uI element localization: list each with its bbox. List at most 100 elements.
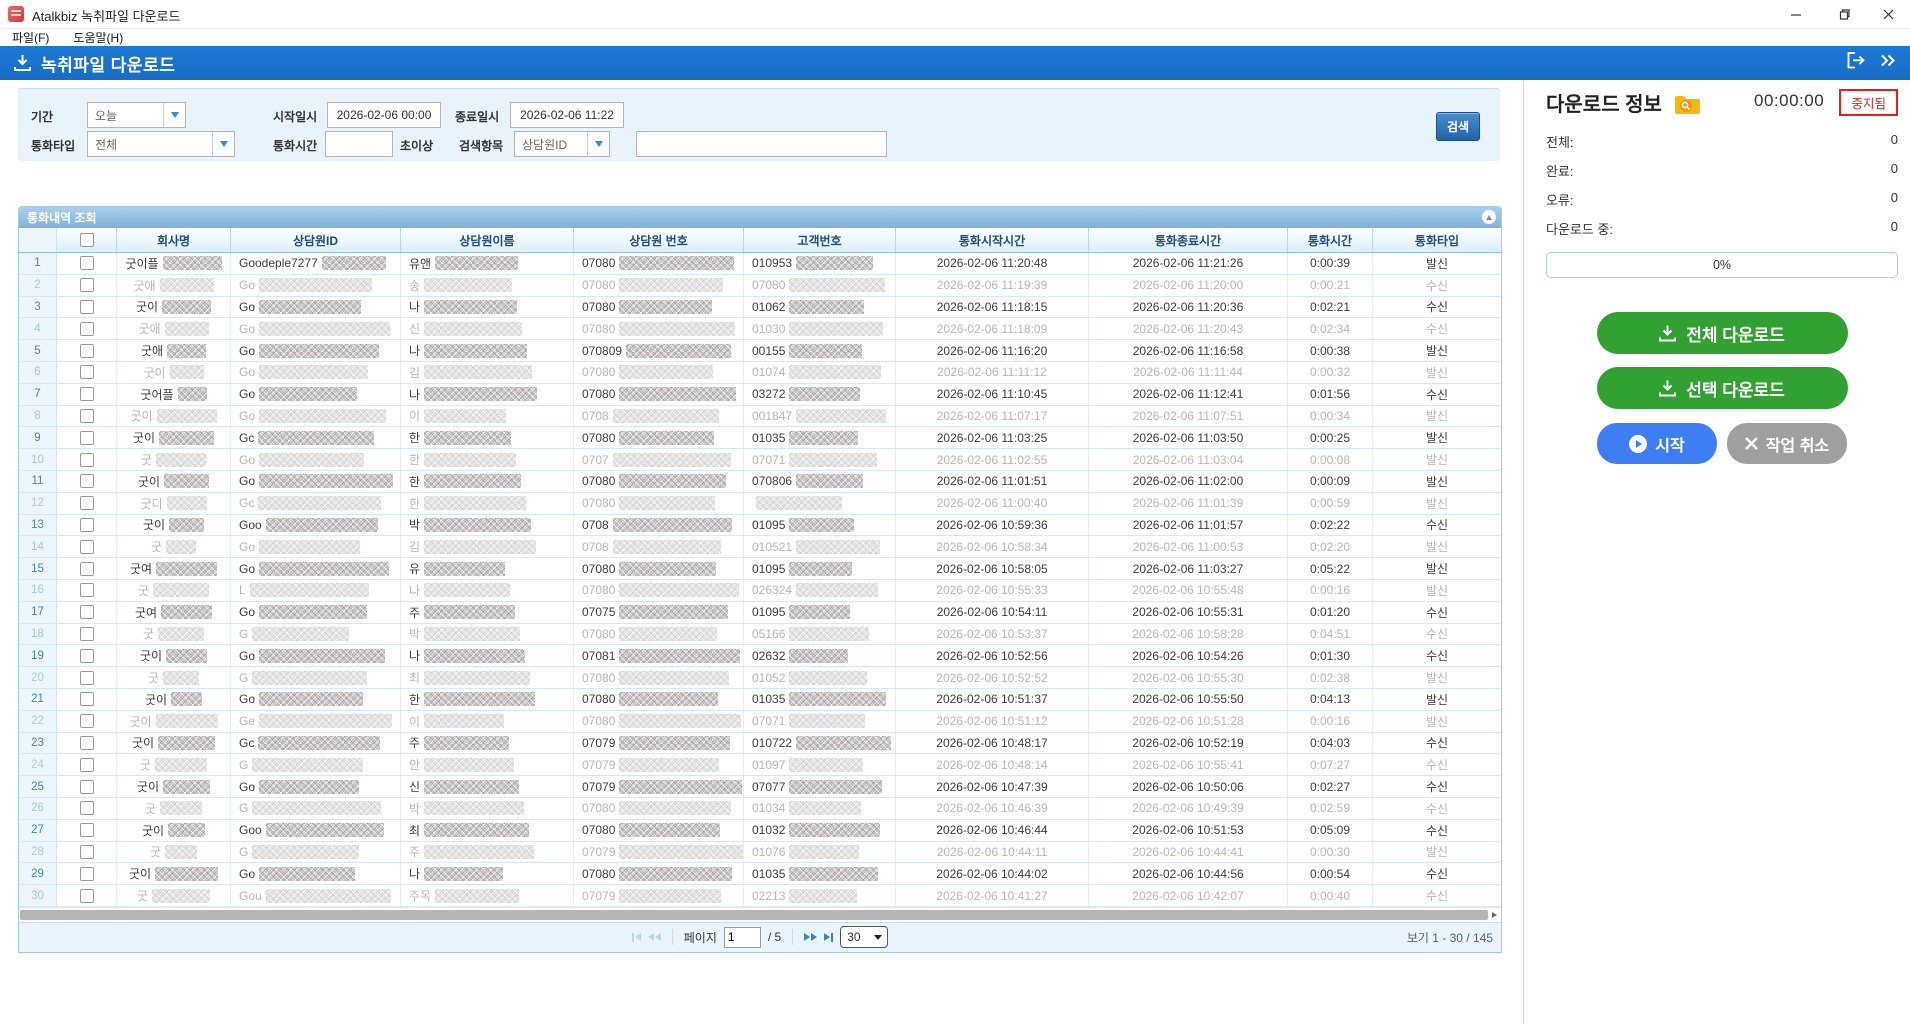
- table-row[interactable]: 16굿L나070800263242026-02-06 10:55:332026-…: [19, 580, 1501, 602]
- column-header[interactable]: 상담원이름: [401, 228, 574, 252]
- minimize-button[interactable]: [1774, 0, 1818, 28]
- table-row[interactable]: 15굿여Go유07080010952026-02-06 10:58:052026…: [19, 558, 1501, 580]
- row-checkbox[interactable]: [80, 540, 94, 554]
- table-row[interactable]: 28굿G주07079010762026-02-06 10:44:112026-0…: [19, 842, 1501, 864]
- row-checkbox[interactable]: [80, 627, 94, 641]
- download-all-button[interactable]: 전체 다운로드: [1597, 312, 1848, 354]
- download-selected-button[interactable]: 선택 다운로드: [1597, 367, 1848, 409]
- start-button[interactable]: 시작: [1597, 423, 1717, 464]
- search-button[interactable]: 검색: [1436, 112, 1480, 141]
- row-checkbox[interactable]: [80, 692, 94, 706]
- table-row[interactable]: 24굿G안07079010972026-02-06 10:48:142026-0…: [19, 754, 1501, 776]
- row-checkbox[interactable]: [80, 583, 94, 597]
- table-row[interactable]: 18굿G박07080051662026-02-06 10:53:372026-0…: [19, 624, 1501, 646]
- column-header[interactable]: 상담원 번호: [574, 228, 744, 252]
- search-field-select[interactable]: 상담원ID: [514, 131, 610, 157]
- scrollbar-right-arrow[interactable]: [1489, 910, 1500, 920]
- table-row[interactable]: 26굿G박07080010342026-02-06 10:46:392026-0…: [19, 798, 1501, 820]
- row-checkbox[interactable]: [80, 562, 94, 576]
- close-button[interactable]: [1866, 0, 1910, 28]
- row-checkbox[interactable]: [80, 823, 94, 837]
- end-date-input[interactable]: 2026-02-06 11:22: [510, 102, 624, 128]
- row-checkbox[interactable]: [80, 867, 94, 881]
- call-type-select[interactable]: 전체: [87, 131, 235, 157]
- table-row[interactable]: 17굿여Go주07075010952026-02-06 10:54:112026…: [19, 602, 1501, 624]
- table-row[interactable]: 9굿이Gc한07080010352026-02-06 11:03:252026-…: [19, 427, 1501, 449]
- row-checkbox[interactable]: [80, 387, 94, 401]
- menu-item-help[interactable]: 도움말(H): [61, 29, 135, 46]
- row-checkbox[interactable]: [80, 300, 94, 314]
- row-checkbox[interactable]: [80, 365, 94, 379]
- row-checkbox[interactable]: [80, 889, 94, 903]
- page-input[interactable]: [724, 927, 761, 948]
- collapse-panel-icon[interactable]: [1880, 54, 1896, 72]
- table-row[interactable]: 20굿G최07080010522026-02-06 10:52:522026-0…: [19, 667, 1501, 689]
- row-checkbox[interactable]: [80, 780, 94, 794]
- row-checkbox[interactable]: [80, 256, 94, 270]
- table-row[interactable]: 6굿이Go김07080010742026-02-06 11:11:122026-…: [19, 362, 1501, 384]
- last-page-button[interactable]: [824, 933, 833, 942]
- table-row[interactable]: 30굿Gou주옥07079022132026-02-06 10:41:27202…: [19, 885, 1501, 907]
- first-page-button[interactable]: [632, 933, 641, 942]
- row-checkbox[interactable]: [80, 344, 94, 358]
- row-checkbox[interactable]: [80, 431, 94, 445]
- table-row[interactable]: 3굿이Go나07080010622026-02-06 11:18:152026-…: [19, 297, 1501, 319]
- table-row[interactable]: 8굿이Go이07080018472026-02-06 11:07:172026-…: [19, 406, 1501, 428]
- column-header[interactable]: 통화시간: [1288, 228, 1373, 252]
- select-all-checkbox[interactable]: [80, 233, 94, 247]
- column-header[interactable]: 상담원ID: [231, 228, 401, 252]
- prev-page-button[interactable]: [648, 933, 661, 941]
- menu-item-file[interactable]: 파일(F): [0, 29, 61, 46]
- table-row[interactable]: 13굿이Goo박0708010952026-02-06 10:59:362026…: [19, 515, 1501, 537]
- table-row[interactable]: 21굿이Go한07080010352026-02-06 10:51:372026…: [19, 689, 1501, 711]
- table-row[interactable]: 23굿이Gc주070790107222026-02-06 10:48:17202…: [19, 733, 1501, 755]
- call-duration-input[interactable]: [325, 131, 393, 157]
- row-checkbox[interactable]: [80, 278, 94, 292]
- row-checkbox[interactable]: [80, 736, 94, 750]
- row-checkbox[interactable]: [80, 649, 94, 663]
- table-row[interactable]: 10굿Go한0707070712026-02-06 11:02:552026-0…: [19, 449, 1501, 471]
- row-checkbox[interactable]: [80, 845, 94, 859]
- row-checkbox[interactable]: [80, 474, 94, 488]
- start-date-input[interactable]: 2026-02-06 00:00: [327, 102, 441, 128]
- search-keyword-input[interactable]: [636, 131, 887, 157]
- column-header[interactable]: 통화종료시간: [1089, 228, 1288, 252]
- table-row[interactable]: 19굿이Go나07081026322026-02-06 10:52:562026…: [19, 645, 1501, 667]
- logout-icon[interactable]: [1847, 52, 1866, 74]
- table-row[interactable]: 5굿애Go나070809001552026-02-06 11:16:202026…: [19, 340, 1501, 362]
- table-row[interactable]: 12굿디Gc한070802026-02-06 11:00:402026-02-0…: [19, 493, 1501, 515]
- scrollbar-thumb[interactable]: [20, 910, 1488, 920]
- table-row[interactable]: 2굿애Go송07080070802026-02-06 11:19:392026-…: [19, 275, 1501, 297]
- table-row[interactable]: 7굿어플Go나07080032722026-02-06 11:10:452026…: [19, 384, 1501, 406]
- table-row[interactable]: 29굿이Go나07080010352026-02-06 10:44:022026…: [19, 863, 1501, 885]
- row-checkbox[interactable]: [80, 605, 94, 619]
- row-checkbox[interactable]: [80, 322, 94, 336]
- row-checkbox[interactable]: [80, 453, 94, 467]
- table-row[interactable]: 27굿이Goo최07080010322026-02-06 10:46:44202…: [19, 820, 1501, 842]
- table-row[interactable]: 14굿Go김07080105212026-02-06 10:58:342026-…: [19, 536, 1501, 558]
- horizontal-scrollbar[interactable]: [19, 907, 1501, 922]
- page-size-select[interactable]: 30: [840, 926, 888, 948]
- row-checkbox[interactable]: [80, 409, 94, 423]
- table-row[interactable]: 1굿이플Goodeple7277유앤070800109532026-02-06 …: [19, 253, 1501, 275]
- column-header[interactable]: 통화시작시간: [896, 228, 1089, 252]
- cancel-job-button[interactable]: 작업 취소: [1727, 423, 1847, 464]
- open-folder-search-icon[interactable]: [1674, 94, 1701, 121]
- row-checkbox[interactable]: [80, 714, 94, 728]
- table-row[interactable]: 22굿이Ge이07080070712026-02-06 10:51:122026…: [19, 711, 1501, 733]
- column-header[interactable]: 통화타입: [1373, 228, 1501, 252]
- column-header[interactable]: 고객번호: [744, 228, 896, 252]
- row-checkbox[interactable]: [80, 758, 94, 772]
- maximize-button[interactable]: [1822, 0, 1866, 28]
- row-checkbox[interactable]: [80, 801, 94, 815]
- table-row[interactable]: 11굿이Go한070800708062026-02-06 11:01:51202…: [19, 471, 1501, 493]
- next-page-button[interactable]: [804, 933, 817, 941]
- grid-collapse-button[interactable]: [1482, 210, 1496, 224]
- table-row[interactable]: 25굿이Go신07079070772026-02-06 10:47:392026…: [19, 776, 1501, 798]
- column-header[interactable]: 회사명: [117, 228, 231, 252]
- table-row[interactable]: 4굿애Go신07080010302026-02-06 11:18:092026-…: [19, 318, 1501, 340]
- row-checkbox[interactable]: [80, 671, 94, 685]
- row-checkbox[interactable]: [80, 518, 94, 532]
- row-checkbox[interactable]: [80, 496, 94, 510]
- period-select[interactable]: 오늘: [87, 102, 186, 128]
